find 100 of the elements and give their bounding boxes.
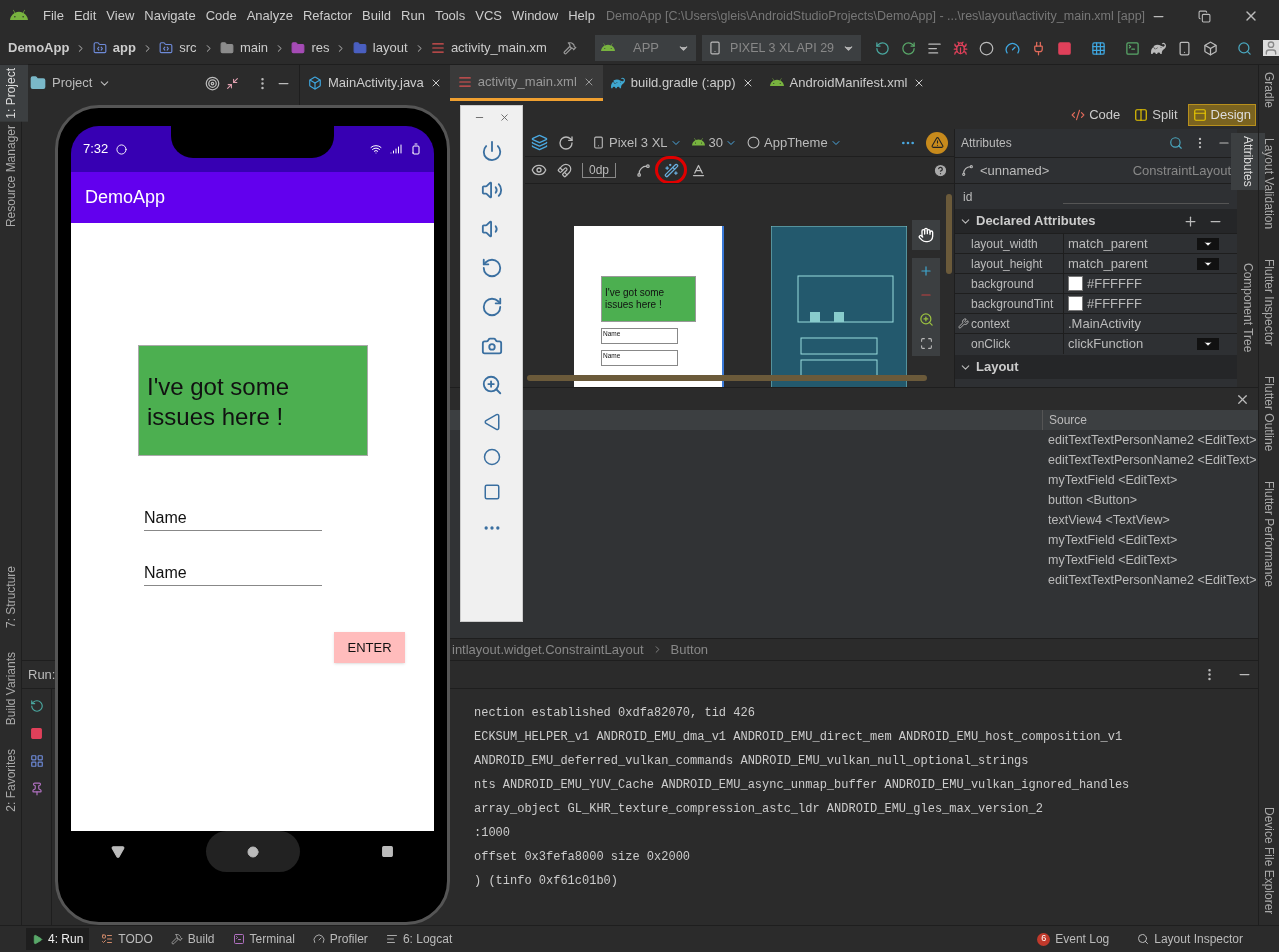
menu-item[interactable]: View (101, 6, 140, 26)
breadcrumb[interactable]: DemoApp (8, 38, 70, 58)
horizontal-scrollbar[interactable] (527, 375, 927, 381)
tool-window-tab[interactable]: 2: Favorites (0, 746, 28, 815)
help-icon[interactable] (933, 162, 948, 178)
pin-icon[interactable] (29, 782, 44, 796)
menu-item[interactable]: Analyze (241, 6, 298, 26)
search-icon[interactable] (1169, 136, 1183, 150)
home-icon[interactable] (482, 448, 501, 466)
volume-up-icon[interactable] (480, 179, 503, 201)
menu-item[interactable]: Tools (429, 6, 471, 26)
pan-icon[interactable] (918, 227, 934, 243)
magic-wand-icon[interactable] (663, 162, 679, 178)
margin-field[interactable]: 0dp (582, 162, 617, 178)
zoom-icon[interactable] (480, 374, 503, 396)
bug-icon[interactable] (953, 40, 969, 56)
lines-icon[interactable] (927, 40, 943, 56)
rotate-right-icon[interactable] (480, 296, 503, 318)
tool-window-button[interactable]: Build (164, 928, 221, 950)
orientation-icon[interactable] (558, 134, 574, 151)
tool-window-tab[interactable]: Device File Explorer (1252, 804, 1279, 918)
breadcrumb[interactable]: res (311, 38, 330, 58)
magnet-icon[interactable] (557, 162, 572, 178)
view-mode-button[interactable]: Code (1067, 104, 1125, 126)
overview-icon[interactable] (380, 845, 394, 858)
camera-icon[interactable] (480, 335, 503, 357)
warning-button[interactable] (926, 131, 948, 154)
grid-icon[interactable] (1091, 40, 1107, 56)
menu-item[interactable]: Refactor (297, 6, 358, 26)
text-field[interactable]: Name (144, 506, 322, 531)
close-icon[interactable] (498, 112, 510, 123)
menu-item[interactable]: Build (357, 6, 396, 26)
guidelines-icon[interactable] (691, 162, 707, 178)
tool-window-button[interactable]: TODO (95, 928, 159, 950)
menu-item[interactable]: Run (396, 6, 430, 26)
enter-button[interactable]: ENTER (334, 632, 405, 663)
breadcrumb[interactable]: intlayout.widget.ConstraintLayout (452, 639, 644, 660)
menu-item[interactable]: Code (200, 6, 242, 26)
hammer-icon[interactable] (562, 40, 577, 56)
eye-icon[interactable] (531, 162, 547, 178)
gauge-icon[interactable] (1005, 40, 1021, 56)
power-icon[interactable] (480, 140, 503, 162)
device-selector[interactable]: Pixel 3 XL (609, 132, 668, 153)
breadcrumb[interactable]: src (179, 38, 197, 58)
breadcrumb[interactable]: layout (372, 38, 408, 58)
attribute-value-field[interactable]: match_parent (1063, 253, 1219, 274)
dropdown-icon[interactable] (1197, 237, 1219, 250)
view-mode-button[interactable]: Design (1187, 104, 1256, 126)
tool-window-button[interactable]: 4: Run (26, 928, 90, 950)
zoom-fit-icon[interactable] (918, 312, 934, 327)
collapse-icon[interactable] (226, 76, 239, 90)
breadcrumb[interactable]: activity_main.xm (450, 38, 547, 58)
overview-icon[interactable] (482, 483, 501, 501)
attribute-value-field[interactable]: match_parent (1063, 233, 1219, 254)
tool-window-button[interactable]: Layout Inspector (1131, 930, 1249, 948)
add-icon[interactable] (1183, 213, 1198, 229)
menu-item[interactable]: File (38, 6, 69, 26)
tool-window-tab[interactable]: Build Variants (0, 649, 28, 729)
attribute-value-field[interactable]: #FFFFFF (1063, 273, 1219, 294)
editor-tab[interactable]: build.gradle (:app) (602, 65, 762, 101)
dropdown-icon[interactable] (1197, 337, 1219, 350)
breadcrumb[interactable]: app (112, 38, 136, 58)
menu-item[interactable]: Help (563, 6, 600, 26)
stop-icon[interactable] (30, 727, 43, 740)
panel-title[interactable]: Project (52, 73, 93, 93)
layout-icon[interactable] (29, 754, 44, 768)
home-icon[interactable] (247, 845, 259, 858)
rerun-icon[interactable] (29, 699, 44, 713)
breadcrumb[interactable]: Button (670, 639, 709, 660)
editor-tab[interactable]: AndroidManifest.xml (761, 65, 934, 101)
editor-tab[interactable]: MainActivity.java (300, 65, 450, 101)
dropdown-icon[interactable] (1197, 257, 1219, 270)
api-selector[interactable]: 30 (708, 132, 723, 153)
restore-icon[interactable] (1198, 9, 1211, 23)
tool-window-button[interactable]: 6: Logcat (379, 928, 459, 950)
search-icon[interactable] (1237, 40, 1253, 56)
vertical-scrollbar[interactable] (946, 194, 952, 274)
tool-window-tab[interactable]: Resource Manager (0, 121, 28, 230)
layers-icon[interactable] (531, 134, 548, 151)
stop-icon[interactable] (1057, 40, 1073, 56)
avatar-icon[interactable] (1263, 40, 1279, 56)
tool-window-button[interactable]: Profiler (306, 928, 374, 950)
editor-tab[interactable]: activity_main.xml (449, 65, 603, 101)
breadcrumb[interactable]: main (239, 38, 269, 58)
tool-window-button[interactable]: Terminal (226, 928, 301, 950)
locate-icon[interactable] (205, 75, 220, 91)
attribute-value-field[interactable]: #FFFFFF (1063, 293, 1219, 314)
back-icon[interactable] (482, 413, 501, 431)
actual-size-icon[interactable] (919, 337, 933, 350)
refresh-icon[interactable] (875, 40, 891, 56)
tool-window-tab[interactable]: 1: Project (0, 65, 28, 122)
terminal-icon[interactable] (1125, 40, 1141, 56)
view-mode-button[interactable]: Split (1130, 104, 1182, 126)
attribute-value-field[interactable]: .MainActivity (1063, 313, 1219, 334)
attribute-value-field[interactable]: clickFunction (1063, 333, 1219, 354)
rotate-left-icon[interactable] (480, 257, 503, 279)
package-icon[interactable] (1203, 40, 1219, 56)
tool-window-button[interactable]: 6 Event Log (1031, 930, 1116, 948)
back-icon[interactable] (111, 844, 126, 859)
elephant-icon[interactable] (1151, 40, 1167, 56)
